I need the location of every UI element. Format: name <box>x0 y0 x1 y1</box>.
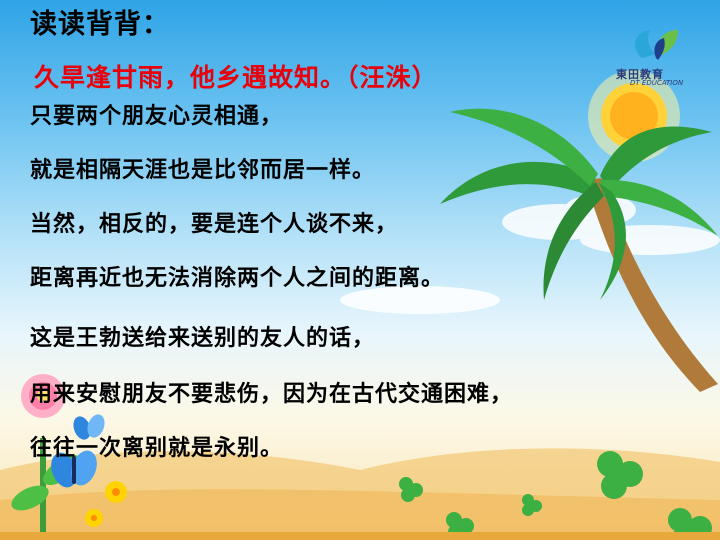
slide: 東田教育 DT EDUCATION 读读背背： 久旱逢甘雨，他乡遇故知。（汪洙）… <box>0 0 720 540</box>
logo-name-en: DT EDUCATION <box>630 79 684 87</box>
text-line: 只要两个朋友心灵相通， <box>30 104 284 129</box>
text-line: 当然，相反的，要是连个人谈不来， <box>30 212 399 237</box>
text-line: 就是相隔天涯也是比邻而居一样。 <box>30 158 376 183</box>
text-line: 距离再近也无法消除两个人之间的距离。 <box>30 266 445 291</box>
slide-title: 读读背背： <box>30 9 170 40</box>
poem-quote: 久旱逢甘雨，他乡遇故知。（汪洙） <box>34 63 438 92</box>
text-line: 这是王勃送给来送别的友人的话， <box>30 326 376 351</box>
text-line: 用来安慰朋友不要悲伤，因为在古代交通困难， <box>30 382 514 407</box>
text-line: 往往一次离别就是永别。 <box>30 436 284 461</box>
